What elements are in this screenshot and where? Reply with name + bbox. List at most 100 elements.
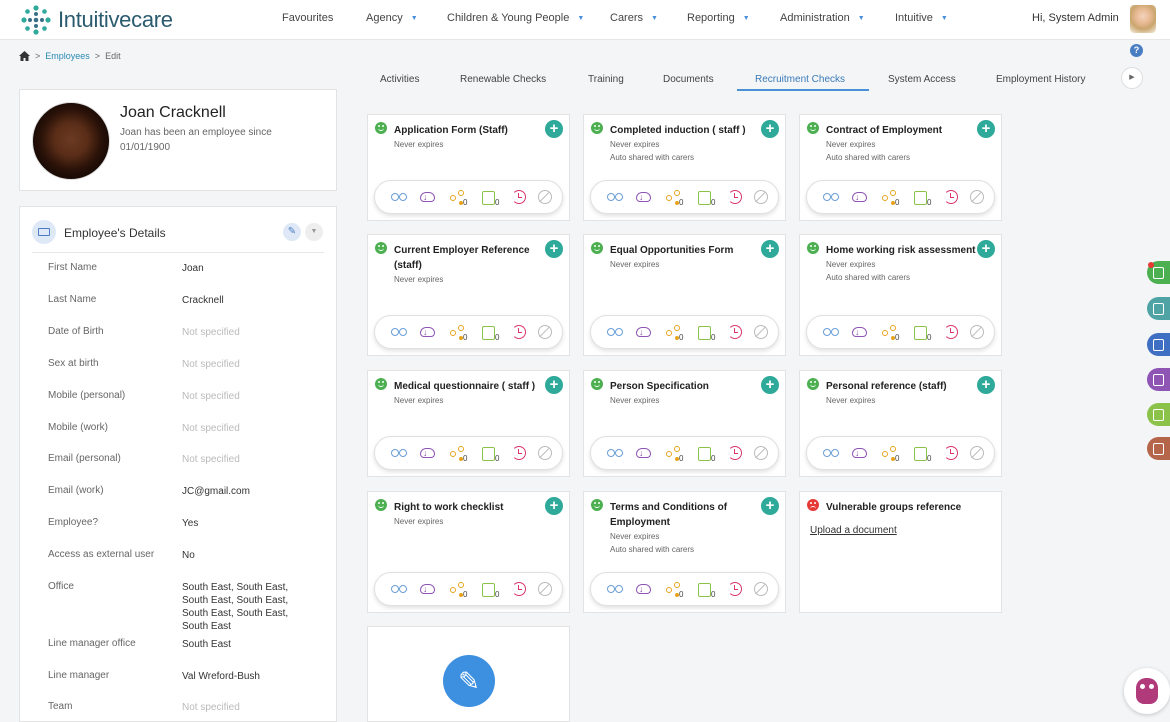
note-icon[interactable]: 0	[481, 189, 499, 207]
share-icon[interactable]: 0	[449, 189, 467, 207]
download-cloud-icon[interactable]	[635, 189, 651, 205]
document-icon[interactable]	[1147, 333, 1170, 356]
note-icon[interactable]: 0	[697, 324, 715, 342]
disable-icon[interactable]	[537, 581, 553, 597]
disable-icon[interactable]	[753, 189, 769, 205]
note-icon[interactable]: 0	[697, 189, 715, 207]
add-icon[interactable]: +	[545, 497, 563, 515]
nav-favourites[interactable]: Favourites	[282, 12, 333, 24]
share-icon[interactable]: 0	[449, 445, 467, 463]
add-icon[interactable]: +	[545, 376, 563, 394]
download-cloud-icon[interactable]	[419, 445, 435, 461]
view-glasses-icon[interactable]	[823, 189, 839, 205]
share-icon[interactable]: 0	[665, 189, 683, 207]
person-icon[interactable]	[1147, 368, 1170, 391]
home-icon[interactable]	[19, 51, 30, 61]
view-glasses-icon[interactable]	[391, 189, 407, 205]
download-cloud-icon[interactable]	[635, 581, 651, 597]
history-icon[interactable]	[727, 445, 743, 461]
add-icon[interactable]: +	[977, 240, 995, 258]
tab-activities[interactable]: Activities	[380, 74, 419, 85]
disable-icon[interactable]	[753, 324, 769, 340]
upload-document-link[interactable]: Upload a document	[810, 525, 897, 536]
share-icon[interactable]: 0	[881, 324, 899, 342]
view-glasses-icon[interactable]	[607, 324, 623, 340]
add-icon[interactable]: +	[977, 120, 995, 138]
nav-children-young-people[interactable]: Children & Young People ▼	[447, 12, 584, 24]
tab-renewable-checks[interactable]: Renewable Checks	[460, 74, 546, 85]
logo[interactable]: Intuitivecare	[20, 4, 173, 36]
edit-pencil-icon[interactable]: ✎	[283, 223, 301, 241]
note-icon[interactable]: 0	[481, 581, 499, 599]
chevron-down-icon[interactable]: ▼	[305, 223, 323, 241]
share-icon[interactable]: 0	[665, 581, 683, 599]
user-avatar[interactable]	[1130, 5, 1156, 33]
share-icon[interactable]: 0	[449, 324, 467, 342]
add-icon[interactable]: +	[977, 376, 995, 394]
view-glasses-icon[interactable]	[391, 445, 407, 461]
briefcase-icon[interactable]	[1147, 297, 1170, 320]
disable-icon[interactable]	[969, 445, 985, 461]
history-icon[interactable]	[511, 445, 527, 461]
tab-training[interactable]: Training	[588, 74, 624, 85]
download-cloud-icon[interactable]	[851, 324, 867, 340]
help-icon[interactable]: ?	[1130, 44, 1143, 57]
add-icon[interactable]: +	[761, 497, 779, 515]
disable-icon[interactable]	[537, 445, 553, 461]
view-glasses-icon[interactable]	[607, 581, 623, 597]
download-cloud-icon[interactable]	[851, 445, 867, 461]
history-icon[interactable]	[727, 189, 743, 205]
download-cloud-icon[interactable]	[419, 189, 435, 205]
note-icon[interactable]: 0	[913, 445, 931, 463]
history-icon[interactable]	[511, 189, 527, 205]
share-icon[interactable]: 0	[665, 324, 683, 342]
disable-icon[interactable]	[753, 445, 769, 461]
history-icon[interactable]	[727, 581, 743, 597]
owl-assistant-icon[interactable]	[1124, 668, 1170, 714]
view-glasses-icon[interactable]	[823, 324, 839, 340]
nav-agency[interactable]: Agency ▼	[366, 12, 418, 24]
tab-recruitment-checks[interactable]: Recruitment Checks	[755, 74, 845, 85]
disable-icon[interactable]	[969, 189, 985, 205]
download-cloud-icon[interactable]	[635, 445, 651, 461]
download-cloud-icon[interactable]	[419, 581, 435, 597]
disable-icon[interactable]	[753, 581, 769, 597]
view-glasses-icon[interactable]	[391, 581, 407, 597]
share-icon[interactable]: 0	[881, 189, 899, 207]
disable-icon[interactable]	[969, 324, 985, 340]
view-glasses-icon[interactable]	[823, 445, 839, 461]
stamp-icon[interactable]	[1147, 437, 1170, 460]
note-icon[interactable]: 0	[697, 445, 715, 463]
note-icon[interactable]: 0	[913, 189, 931, 207]
nav-intuitive[interactable]: Intuitive ▼	[895, 12, 948, 24]
nav-carers[interactable]: Carers ▼	[610, 12, 658, 24]
history-icon[interactable]	[727, 324, 743, 340]
edit-pencil-icon[interactable]: ✎	[443, 655, 495, 707]
share-icon[interactable]: 0	[881, 445, 899, 463]
history-icon[interactable]	[943, 445, 959, 461]
calendar-icon[interactable]	[1147, 403, 1170, 426]
breadcrumb-employees-link[interactable]: Employees	[45, 51, 90, 61]
tab-employment-history[interactable]: Employment History	[996, 74, 1085, 85]
user-greeting[interactable]: Hi, System Admin	[1032, 12, 1119, 24]
disable-icon[interactable]	[537, 324, 553, 340]
note-icon[interactable]: 0	[913, 324, 931, 342]
share-icon[interactable]: 0	[449, 581, 467, 599]
add-icon[interactable]: +	[545, 240, 563, 258]
note-icon[interactable]: 0	[697, 581, 715, 599]
note-icon[interactable]: 0	[481, 445, 499, 463]
add-icon[interactable]: +	[761, 240, 779, 258]
view-glasses-icon[interactable]	[607, 189, 623, 205]
download-cloud-icon[interactable]	[851, 189, 867, 205]
add-icon[interactable]: +	[761, 376, 779, 394]
add-icon[interactable]: +	[545, 120, 563, 138]
nav-reporting[interactable]: Reporting ▼	[687, 12, 750, 24]
note-icon[interactable]: 0	[481, 324, 499, 342]
history-icon[interactable]	[511, 324, 527, 340]
history-icon[interactable]	[943, 324, 959, 340]
nav-administration[interactable]: Administration ▼	[780, 12, 865, 24]
download-cloud-icon[interactable]	[419, 324, 435, 340]
share-icon[interactable]: 0	[665, 445, 683, 463]
history-icon[interactable]	[511, 581, 527, 597]
add-icon[interactable]: +	[761, 120, 779, 138]
